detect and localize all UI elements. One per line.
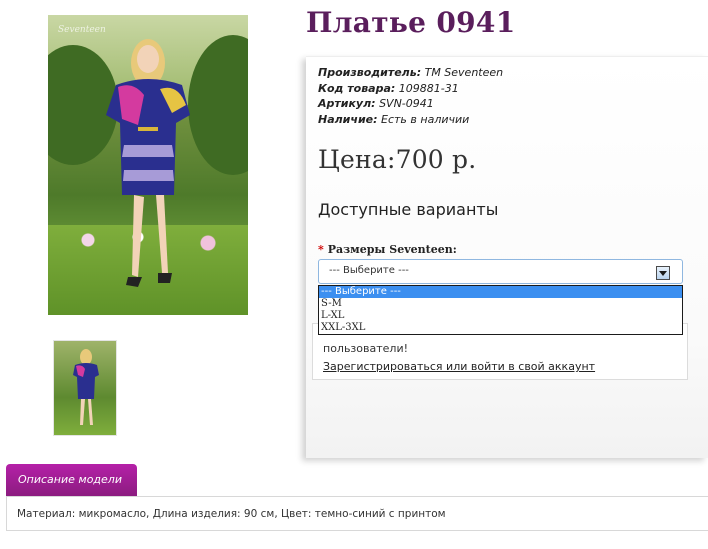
- dropdown-option[interactable]: XXL-3XL: [319, 322, 682, 334]
- product-specs: Производитель: TM Seventeen Код товара: …: [318, 65, 503, 127]
- dropdown-option[interactable]: L-XL: [319, 310, 682, 322]
- spec-product-code: Код товара: 109881-31: [318, 81, 503, 97]
- spec-article: Артикул: SVN-0941: [318, 96, 503, 112]
- spec-label: Наличие:: [318, 112, 378, 126]
- required-mark: *: [318, 243, 324, 256]
- size-label-text: Размеры Seventeen:: [327, 243, 457, 256]
- product-thumbnail[interactable]: [53, 340, 117, 436]
- spec-value: TM Seventeen: [424, 66, 504, 79]
- size-dropdown-list[interactable]: --- Выберите --- S-M L-XL XXL-3XL: [318, 285, 683, 335]
- spec-value: SVN-0941: [379, 97, 434, 110]
- size-select-label: * Размеры Seventeen:: [318, 243, 457, 256]
- variants-heading: Доступные варианты: [318, 200, 499, 219]
- dropdown-option[interactable]: --- Выберите ---: [319, 286, 682, 298]
- spec-value: Есть в наличии: [381, 112, 470, 126]
- spec-availability: Наличие: Есть в наличии: [318, 112, 503, 128]
- image-watermark: Seventeen: [58, 25, 106, 35]
- tab-model-description[interactable]: Описание модели: [6, 464, 137, 497]
- spec-value: 109881-31: [398, 81, 459, 95]
- spec-label: Производитель:: [318, 66, 422, 79]
- spec-manufacturer: Производитель: TM Seventeen: [318, 65, 503, 81]
- spec-label: Код товара:: [318, 81, 396, 95]
- spec-label: Артикул:: [318, 97, 376, 110]
- size-select[interactable]: --- Выберите ---: [318, 259, 683, 284]
- chevron-down-icon[interactable]: [656, 266, 670, 280]
- description-panel: Материал: микромасло, Длина изделия: 90 …: [6, 497, 708, 531]
- thumbnail-model-figure: [73, 349, 99, 425]
- size-select-value: --- Выберите ---: [329, 265, 409, 276]
- dropdown-option[interactable]: S-M: [319, 298, 682, 310]
- register-login-link[interactable]: Зарегистрироваться или войти в свой акка…: [323, 360, 595, 373]
- product-info-panel: Производитель: TM Seventeen Код товара: …: [306, 56, 708, 458]
- main-product-image[interactable]: Seventeen: [48, 15, 248, 315]
- product-title: Платье 0941: [306, 6, 516, 39]
- description-text: Материал: микромасло, Длина изделия: 90 …: [17, 508, 446, 520]
- model-figure: [106, 39, 190, 287]
- product-price: Цена:700 р.: [318, 145, 477, 174]
- login-notice-text: пользователи!: [323, 342, 409, 355]
